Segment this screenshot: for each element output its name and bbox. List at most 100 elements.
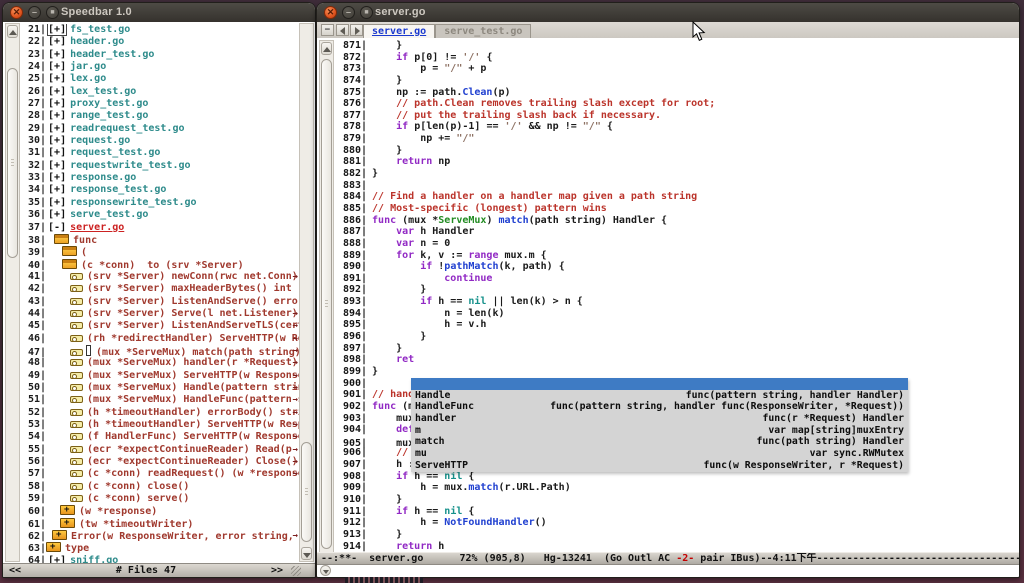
speedbar-row[interactable]: 46|(rh *redirectHandler) ServeHTTP(w Res…: [20, 333, 299, 345]
speedbar-row[interactable]: 37|[-]server.go: [20, 222, 299, 234]
expand-icon[interactable]: [+]: [48, 160, 66, 171]
folder-plus-icon[interactable]: [52, 530, 67, 540]
speedbar-item-label[interactable]: (c *conn) close(): [87, 481, 189, 492]
speedbar-item-label[interactable]: response.go: [70, 172, 136, 183]
speedbar-item-label[interactable]: (srv *Server) newConn(rwc net.Conn) (: [87, 271, 299, 282]
code-line[interactable]: 911| if h == nil {: [336, 506, 1019, 518]
code-line[interactable]: 914| return h: [336, 541, 1019, 552]
speedbar-row[interactable]: 54|(f HandlerFunc) ServeHTTP(w ResponseW…: [20, 431, 299, 443]
speedbar-item-label[interactable]: (c *conn) to (srv *Server): [81, 260, 244, 271]
minimize-icon[interactable]: –: [28, 6, 41, 19]
code-line[interactable]: 874| }: [336, 75, 1019, 87]
code-line[interactable]: 897| }: [336, 343, 1019, 355]
speedbar-item-label[interactable]: (tw *timeoutWriter): [79, 519, 193, 530]
speedbar-item-label[interactable]: (w *response): [79, 506, 157, 517]
collapse-icon[interactable]: [-]: [48, 222, 66, 233]
speedbar-row[interactable]: 31|[+]request_test.go: [20, 147, 299, 159]
code-line[interactable]: 891| continue: [336, 273, 1019, 285]
popup-item[interactable]: ServeHTTPfunc(w ResponseWriter, r *Reque…: [411, 460, 908, 472]
speedbar-row[interactable]: 38|func: [20, 234, 299, 246]
tag-icon[interactable]: [70, 310, 83, 317]
minimize-icon[interactable]: –: [342, 6, 355, 19]
popup-item[interactable]: mvar map[string]muxEntry: [411, 425, 908, 437]
speedbar-row[interactable]: 45|(srv *Server) ListenAndServeTLS(certF…: [20, 320, 299, 332]
popup-item[interactable]: Handlefunc(pattern string, handler Handl…: [411, 390, 908, 402]
speedbar-row[interactable]: 23|[+]header_test.go: [20, 49, 299, 61]
maximize-icon[interactable]: ■: [360, 6, 373, 19]
speedbar-row[interactable]: 32|[+]requestwrite_test.go: [20, 160, 299, 172]
scroll-up-icon[interactable]: [321, 42, 332, 55]
expand-icon[interactable]: [+]: [48, 184, 66, 195]
editor-titlebar[interactable]: ✕ – ■ server.go: [317, 3, 1019, 23]
code-line[interactable]: 895| h = v.h: [336, 319, 1019, 331]
speedbar-row[interactable]: 49|(mux *ServeMux) ServeHTTP(w ResponseW…: [20, 370, 299, 382]
tab-scroll-right-button[interactable]: [350, 24, 363, 36]
code-line[interactable]: 873| p = "/" + p: [336, 63, 1019, 75]
speedbar-row[interactable]: 61|(tw *timeoutWriter): [20, 518, 299, 530]
tab-serve_test-go[interactable]: serve_test.go: [435, 24, 531, 39]
close-icon[interactable]: ✕: [10, 6, 23, 19]
speedbar-item-label[interactable]: type: [65, 543, 89, 554]
minibuffer[interactable]: [317, 565, 1019, 577]
speedbar-row[interactable]: 55|(ecr *expectContinueReader) Read(p []…: [20, 444, 299, 456]
speedbar-item-label[interactable]: header.go: [70, 36, 124, 47]
scrollbar-thumb[interactable]: [321, 59, 332, 549]
tag-icon[interactable]: [70, 322, 83, 329]
speedbar-row[interactable]: 60|(w *response): [20, 505, 299, 517]
code-line[interactable]: 908| if h == nil {: [336, 471, 1019, 483]
speedbar-row[interactable]: 21|[+]fs_test.go: [20, 24, 299, 36]
scrollbar-thumb[interactable]: [301, 442, 312, 542]
speedbar-row[interactable]: 53|(h *timeoutHandler) ServeHTTP(w Respo…: [20, 419, 299, 431]
speedbar-row[interactable]: 63|type: [20, 542, 299, 554]
code-line[interactable]: 899|}: [336, 366, 1019, 378]
speedbar-titlebar[interactable]: ✕ – ■ Speedbar 1.0: [3, 3, 315, 23]
expand-icon[interactable]: [+]: [48, 24, 66, 35]
speedbar-item-label[interactable]: (c *conn) serve(): [87, 493, 189, 504]
speedbar-row[interactable]: 51|(mux *ServeMux) HandleFunc(pattern st…: [20, 394, 299, 406]
speedbar-row[interactable]: 43|(srv *Server) ListenAndServe() error: [20, 296, 299, 308]
code-line[interactable]: 894| n = len(k): [336, 308, 1019, 320]
expand-icon[interactable]: [+]: [48, 110, 66, 121]
speedbar-row[interactable]: 57|(c *conn) readRequest() (w *response,…: [20, 468, 299, 480]
code-line[interactable]: 881| return np: [336, 156, 1019, 168]
folder-open-icon[interactable]: [54, 234, 69, 244]
tag-icon[interactable]: [70, 335, 83, 342]
code-line[interactable]: 886|func (mux *ServeMux) match(path stri…: [336, 215, 1019, 227]
popup-item[interactable]: HandleFuncfunc(pattern string, handler f…: [411, 401, 908, 413]
speedbar-left-scrollbar[interactable]: [5, 23, 20, 562]
expand-icon[interactable]: [+]: [48, 135, 66, 146]
tag-icon[interactable]: [70, 409, 83, 416]
code-line[interactable]: 888| var n = 0: [336, 238, 1019, 250]
code-line[interactable]: 910| }: [336, 494, 1019, 506]
speedbar-item-label[interactable]: requestwrite_test.go: [70, 160, 190, 171]
code-line[interactable]: 872| if p[0] != '/' {: [336, 52, 1019, 64]
expand-icon[interactable]: [+]: [48, 172, 66, 183]
speedbar-item-label[interactable]: (ecr *expectContinueReader) Close() e: [87, 456, 299, 467]
speedbar-row[interactable]: 42|(srv *Server) maxHeaderBytes() int: [20, 283, 299, 295]
folder-open-icon[interactable]: [62, 246, 77, 256]
speedbar-scroll-left-button[interactable]: <<: [9, 564, 21, 577]
folder-plus-icon[interactable]: [60, 518, 75, 528]
code-line[interactable]: 913| }: [336, 529, 1019, 541]
speedbar-right-scrollbar[interactable]: [299, 23, 314, 562]
speedbar-row[interactable]: 24|[+]jar.go: [20, 61, 299, 73]
speedbar-item-label[interactable]: serve_test.go: [70, 209, 148, 220]
speedbar-item-label[interactable]: Error(w ResponseWriter, error string, c: [71, 531, 299, 542]
speedbar-item-label[interactable]: fs_test.go: [70, 24, 130, 35]
speedbar-item-label[interactable]: (mux *ServeMux) ServeHTTP(w ResponseW: [87, 370, 299, 381]
code-line[interactable]: 885|// Most-specific (longest) pattern w…: [336, 203, 1019, 215]
speedbar-item-label[interactable]: (c *conn) readRequest() (w *response,: [87, 468, 299, 479]
code-line[interactable]: 878| if p[len(p)-1] == '/' && np != "/" …: [336, 121, 1019, 133]
expand-icon[interactable]: [+]: [48, 86, 66, 97]
speedbar-item-label[interactable]: lex_test.go: [70, 86, 136, 97]
popup-selected-row[interactable]: [411, 378, 908, 390]
code-line[interactable]: 898| ret: [336, 354, 1019, 366]
autocomplete-popup[interactable]: Handlefunc(pattern string, handler Handl…: [411, 378, 908, 472]
expand-icon[interactable]: [+]: [48, 36, 66, 47]
scroll-up-icon[interactable]: [7, 25, 18, 38]
speedbar-row[interactable]: 39|(: [20, 246, 299, 258]
code-line[interactable]: 877| // put the trailing slash back if n…: [336, 110, 1019, 122]
speedbar-row[interactable]: 33|[+]response.go: [20, 172, 299, 184]
tag-icon[interactable]: [70, 384, 83, 391]
scrollbar-thumb[interactable]: [7, 68, 18, 258]
